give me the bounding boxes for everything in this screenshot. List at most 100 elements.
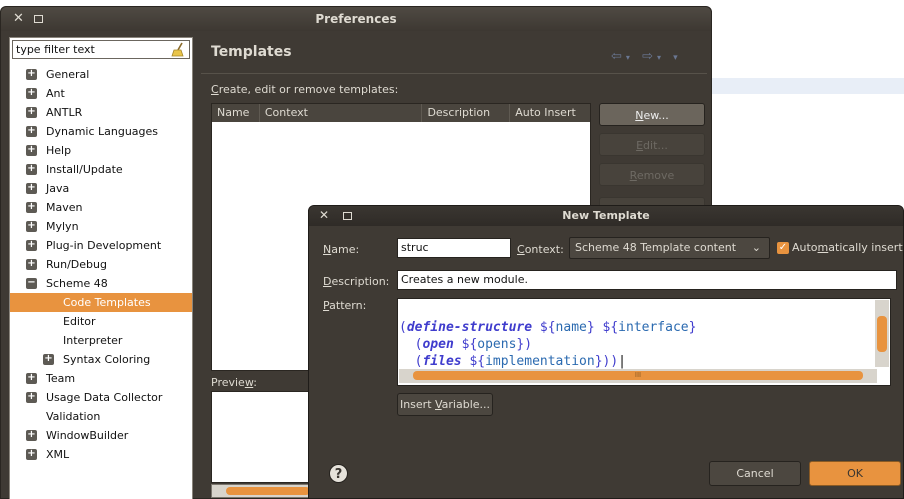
tree-item-label: Syntax Coloring (63, 353, 151, 366)
help-icon[interactable]: ? (329, 464, 348, 483)
table-header: Name Context Description Auto Insert (212, 104, 590, 122)
pattern-code[interactable]: (define-structure ${name} ${interface} (… (399, 300, 873, 370)
preferences-tree: + General + Ant + ANTLR + Dynamic Languages + Hel… (10, 65, 192, 464)
tree-item-label: Ant (46, 87, 65, 100)
templates-description: Create, edit or remove templates: (211, 83, 399, 96)
new-button[interactable]: New... (599, 103, 705, 126)
edit-button[interactable]: Edit... (599, 133, 705, 156)
auto-insert-checkbox[interactable]: ✓ (777, 242, 789, 254)
tree-item-label: Install/Update (46, 163, 123, 176)
ok-button[interactable]: OK (809, 461, 901, 486)
expand-icon[interactable]: + (26, 126, 37, 137)
column-header-auto-insert[interactable]: Auto Insert (510, 104, 590, 122)
tree-item[interactable]: + Dynamic Languages (10, 122, 192, 141)
expand-icon[interactable]: + (26, 430, 37, 441)
collapse-icon[interactable]: − (26, 278, 37, 289)
expand-icon[interactable]: + (26, 202, 37, 213)
horizontal-scrollbar[interactable]: III (399, 369, 877, 383)
expand-icon[interactable]: + (26, 240, 37, 251)
tree-item-label: Usage Data Collector (46, 391, 163, 404)
history-nav[interactable]: ⇦▾ ⇨▾ ▾ (611, 49, 682, 64)
clear-filter-icon[interactable] (171, 42, 185, 57)
expand-icon[interactable]: + (26, 259, 37, 270)
tree-item[interactable]: + Team (10, 369, 192, 388)
remove-button[interactable]: Remove (599, 163, 705, 186)
insert-variable-button[interactable]: Insert Variable... (397, 393, 493, 416)
expand-icon[interactable]: + (26, 164, 37, 175)
tree-item-label: Code Templates (63, 296, 151, 309)
description-input[interactable]: Creates a new module. (397, 270, 897, 290)
tree-item[interactable]: + Help (10, 141, 192, 160)
tree-item-label: Interpreter (63, 334, 123, 347)
tree-item[interactable]: + Install/Update (10, 160, 192, 179)
tree-item[interactable]: + WindowBuilder (10, 426, 192, 445)
expand-icon[interactable]: + (43, 354, 54, 365)
tree-item-label: XML (46, 448, 70, 461)
scrollbar-thumb[interactable] (226, 487, 310, 495)
divider (201, 73, 707, 74)
expand-icon[interactable]: + (26, 183, 37, 194)
expand-icon[interactable]: + (26, 88, 37, 99)
forward-arrow-icon[interactable]: ⇨ (642, 49, 657, 64)
column-header-context[interactable]: Context (260, 104, 423, 122)
tree-item-label: General (46, 68, 90, 81)
tree-item-label: WindowBuilder (46, 429, 129, 442)
description-label: Description: (323, 275, 390, 288)
tree-item[interactable]: + Maven (10, 198, 192, 217)
context-label: Context: (517, 243, 564, 256)
name-input[interactable]: struc (397, 238, 511, 258)
tree-item[interactable]: − Scheme 48 (10, 274, 192, 293)
tree-item[interactable]: + Run/Debug (10, 255, 192, 274)
cancel-button[interactable]: Cancel (709, 461, 801, 486)
preferences-tree-pane: + General + Ant + ANTLR + Dynamic Languages + Hel… (9, 37, 193, 499)
tree-item-label: Maven (46, 201, 83, 214)
tree-item-label: Java (46, 182, 70, 195)
tree-item-label: Validation (46, 410, 101, 423)
scrollbar-thumb[interactable] (877, 316, 887, 352)
preview-scrollbar[interactable] (211, 484, 311, 498)
tree-item-label: Editor (63, 315, 96, 328)
tree-item[interactable]: + Ant (10, 84, 192, 103)
tree-item[interactable]: + Plug-in Development (10, 236, 192, 255)
expand-icon[interactable]: + (26, 449, 37, 460)
code-line: (open ${opens}) (399, 337, 533, 352)
forward-menu-icon[interactable]: ▾ (657, 53, 665, 62)
tree-item[interactable]: Validation (10, 407, 192, 426)
scrollbar-thumb[interactable]: III (413, 371, 863, 380)
dialog-title: New Template (562, 209, 650, 222)
column-header-name[interactable]: Name (212, 104, 260, 122)
context-select[interactable]: Scheme 48 Template content ⌄ (569, 237, 770, 259)
view-menu-icon[interactable]: ▾ (673, 53, 682, 63)
tree-item[interactable]: Interpreter (10, 331, 192, 350)
page-title: Templates (211, 44, 292, 60)
filter-box (12, 40, 190, 59)
tree-item[interactable]: Code Templates (10, 293, 192, 312)
expand-icon[interactable]: + (26, 373, 37, 384)
preferences-titlebar: ✕ Preferences (1, 7, 711, 31)
back-arrow-icon[interactable]: ⇦ (611, 49, 626, 64)
back-menu-icon[interactable]: ▾ (626, 53, 634, 62)
tree-item[interactable]: + Usage Data Collector (10, 388, 192, 407)
tree-item[interactable]: + XML (10, 445, 192, 464)
filter-input[interactable] (13, 41, 153, 58)
auto-insert-label[interactable]: Automatically insert (792, 241, 903, 254)
tree-item-label: Dynamic Languages (46, 125, 159, 138)
pattern-editor[interactable]: (define-structure ${name} ${interface} (… (397, 298, 891, 386)
tree-item[interactable]: + General (10, 65, 192, 84)
code-line: (define-structure ${name} ${interface} (399, 320, 697, 335)
expand-icon[interactable]: + (26, 145, 37, 156)
column-header-description[interactable]: Description (422, 104, 511, 122)
expand-icon[interactable]: + (26, 107, 37, 118)
tree-item[interactable]: + ANTLR (10, 103, 192, 122)
tree-item-label: ANTLR (46, 106, 83, 119)
tree-item[interactable]: + Mylyn (10, 217, 192, 236)
vertical-scrollbar[interactable] (875, 300, 889, 367)
new-template-dialog: ✕ New Template Name: struc Context: Sche… (308, 205, 904, 499)
expand-icon[interactable]: + (26, 392, 37, 403)
tree-item[interactable]: Editor (10, 312, 192, 331)
expand-icon[interactable]: + (26, 221, 37, 232)
tree-item[interactable]: + Syntax Coloring (10, 350, 192, 369)
expand-icon[interactable]: + (26, 69, 37, 80)
tree-item-label: Run/Debug (46, 258, 107, 271)
tree-item[interactable]: + Java (10, 179, 192, 198)
